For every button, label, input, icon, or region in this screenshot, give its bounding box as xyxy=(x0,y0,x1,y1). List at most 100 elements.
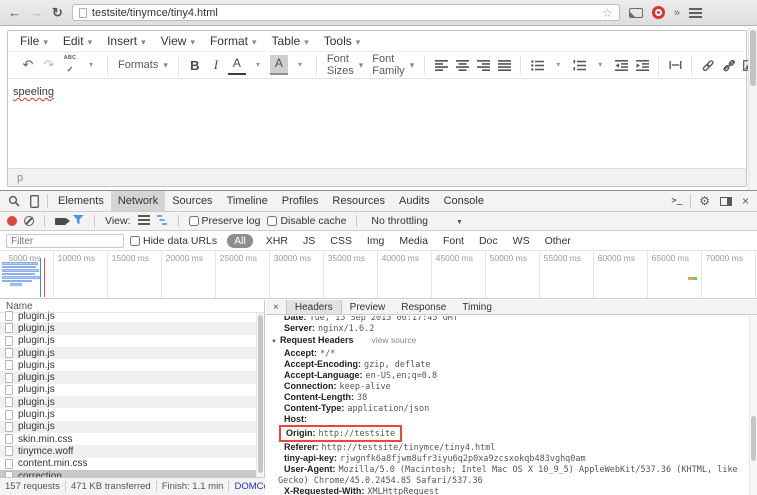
forward-button[interactable] xyxy=(30,6,43,19)
resource-type-filter[interactable]: Media xyxy=(397,235,430,247)
devtools-tab[interactable]: Audits xyxy=(392,191,437,211)
request-row[interactable]: tinymce.woff xyxy=(0,445,264,457)
settings-gear-icon[interactable] xyxy=(694,191,715,211)
device-mode-icon[interactable] xyxy=(25,191,44,211)
details-scrollbar[interactable] xyxy=(749,316,757,495)
request-row[interactable]: plugin.js xyxy=(0,359,264,371)
details-tab[interactable]: Response xyxy=(393,300,454,314)
throttling-select[interactable]: No throttling xyxy=(367,215,463,227)
nonbreaking-space-icon[interactable] xyxy=(666,55,684,75)
undo-button[interactable] xyxy=(19,55,37,75)
editor-menu-item[interactable]: Insert xyxy=(100,32,154,50)
devtools-tab[interactable]: Resources xyxy=(325,191,392,211)
editor-menu-item[interactable]: Format xyxy=(203,32,265,50)
editor-menu-item[interactable]: Tools xyxy=(317,32,369,50)
scrollbar-thumb[interactable] xyxy=(751,416,756,461)
editor-menu-item[interactable]: Edit xyxy=(56,32,100,50)
resource-type-filter[interactable]: All xyxy=(227,234,253,248)
numbered-list-dropdown-icon[interactable] xyxy=(591,55,609,75)
spellcheck-dropdown-icon[interactable] xyxy=(82,55,100,75)
resource-type-filter[interactable]: WS xyxy=(511,235,532,247)
screenshot-camera-icon[interactable] xyxy=(55,218,66,225)
bold-button[interactable]: B xyxy=(186,55,204,75)
unlink-icon[interactable] xyxy=(720,55,738,75)
console-drawer-icon[interactable]: >_ xyxy=(666,191,687,211)
view-source-link[interactable]: view source xyxy=(371,335,416,345)
screencast-icon[interactable] xyxy=(629,8,643,18)
disclosure-triangle-icon[interactable] xyxy=(271,335,280,345)
text-color-dropdown-icon[interactable] xyxy=(249,55,267,75)
element-path[interactable]: p xyxy=(17,172,23,184)
resource-type-filter[interactable]: Font xyxy=(441,235,466,247)
align-center-icon[interactable] xyxy=(453,55,471,75)
resource-type-filter[interactable]: XHR xyxy=(264,235,290,247)
resource-type-filter[interactable]: CSS xyxy=(328,235,354,247)
background-color-button[interactable]: A xyxy=(270,55,288,75)
hide-data-urls-checkbox[interactable]: Hide data URLs xyxy=(130,235,217,247)
requests-scrollbar[interactable] xyxy=(256,313,264,477)
background-color-dropdown-icon[interactable] xyxy=(291,55,309,75)
devtools-tab[interactable]: Sources xyxy=(165,191,219,211)
resource-type-filter[interactable]: JS xyxy=(301,235,317,247)
font-sizes-dropdown[interactable]: Font Sizes xyxy=(324,53,366,77)
preserve-log-checkbox[interactable]: Preserve log xyxy=(189,215,261,227)
align-left-icon[interactable] xyxy=(432,55,450,75)
preserve-log-input[interactable] xyxy=(189,216,199,226)
inspect-element-icon[interactable] xyxy=(3,191,25,211)
browser-menu-icon[interactable] xyxy=(689,8,702,18)
devtools-tab[interactable]: Network xyxy=(111,191,165,211)
url-text[interactable]: testsite/tinymce/tiny4.html xyxy=(92,7,218,19)
decrease-indent-icon[interactable] xyxy=(612,55,630,75)
view-list-icon[interactable] xyxy=(138,215,150,228)
request-row[interactable]: skin.min.css xyxy=(0,433,264,445)
reload-button[interactable] xyxy=(52,6,63,19)
editor-content-area[interactable]: speeling xyxy=(8,79,746,168)
back-button[interactable] xyxy=(8,6,21,19)
request-row[interactable]: plugin.js xyxy=(0,310,264,322)
font-family-dropdown[interactable]: Font Family xyxy=(369,53,417,77)
resource-type-filter[interactable]: Other xyxy=(543,235,573,247)
editor-menu-item[interactable]: File xyxy=(13,32,56,50)
resource-type-filter[interactable]: Img xyxy=(365,235,387,247)
record-button[interactable] xyxy=(7,216,17,226)
browser-scrollbar[interactable] xyxy=(748,27,757,190)
italic-button[interactable]: I xyxy=(207,55,225,75)
devtools-tab[interactable]: Elements xyxy=(51,191,111,211)
bookmark-star-icon[interactable] xyxy=(602,6,613,20)
details-tab[interactable]: Timing xyxy=(454,300,500,314)
request-row[interactable]: plugin.js xyxy=(0,384,264,396)
request-row[interactable]: correction xyxy=(0,470,264,477)
editor-menu-item[interactable]: Table xyxy=(265,32,317,50)
request-row[interactable]: plugin.js xyxy=(0,335,264,347)
scrollbar-thumb[interactable] xyxy=(258,315,263,473)
filter-funnel-icon[interactable] xyxy=(73,215,84,228)
devtools-tab[interactable]: Profiles xyxy=(275,191,326,211)
misspelled-word[interactable]: speeling xyxy=(13,86,54,98)
clear-icon[interactable] xyxy=(24,216,34,226)
redo-button[interactable] xyxy=(40,55,58,75)
extension-icon[interactable] xyxy=(652,6,665,19)
align-right-icon[interactable] xyxy=(474,55,492,75)
devtools-tab[interactable]: Timeline xyxy=(220,191,275,211)
dock-side-icon[interactable] xyxy=(715,191,737,211)
link-icon[interactable] xyxy=(699,55,717,75)
request-row[interactable]: plugin.js xyxy=(0,347,264,359)
numbered-list-icon[interactable] xyxy=(570,55,588,75)
close-devtools-icon[interactable]: × xyxy=(737,191,754,211)
align-justify-icon[interactable] xyxy=(495,55,513,75)
hide-data-urls-input[interactable] xyxy=(130,236,140,246)
bullet-list-icon[interactable] xyxy=(528,55,546,75)
scrollbar-thumb[interactable] xyxy=(750,30,756,86)
spellcheck-button[interactable]: ABC xyxy=(61,55,79,75)
network-filter-input[interactable] xyxy=(6,234,124,248)
formats-dropdown[interactable]: Formats xyxy=(115,59,171,71)
network-overview-timeline[interactable]: 5000 ms 10000 ms 15000 ms 20000 ms 25000… xyxy=(0,251,757,299)
request-row[interactable]: plugin.js xyxy=(0,421,264,433)
request-row[interactable]: plugin.js xyxy=(0,322,264,334)
disable-cache-input[interactable] xyxy=(267,216,277,226)
close-details-icon[interactable]: × xyxy=(266,300,286,314)
address-bar[interactable]: testsite/tinymce/tiny4.html xyxy=(72,4,620,21)
request-row[interactable]: plugin.js xyxy=(0,396,264,408)
resource-type-filter[interactable]: Doc xyxy=(477,235,500,247)
increase-indent-icon[interactable] xyxy=(633,55,651,75)
